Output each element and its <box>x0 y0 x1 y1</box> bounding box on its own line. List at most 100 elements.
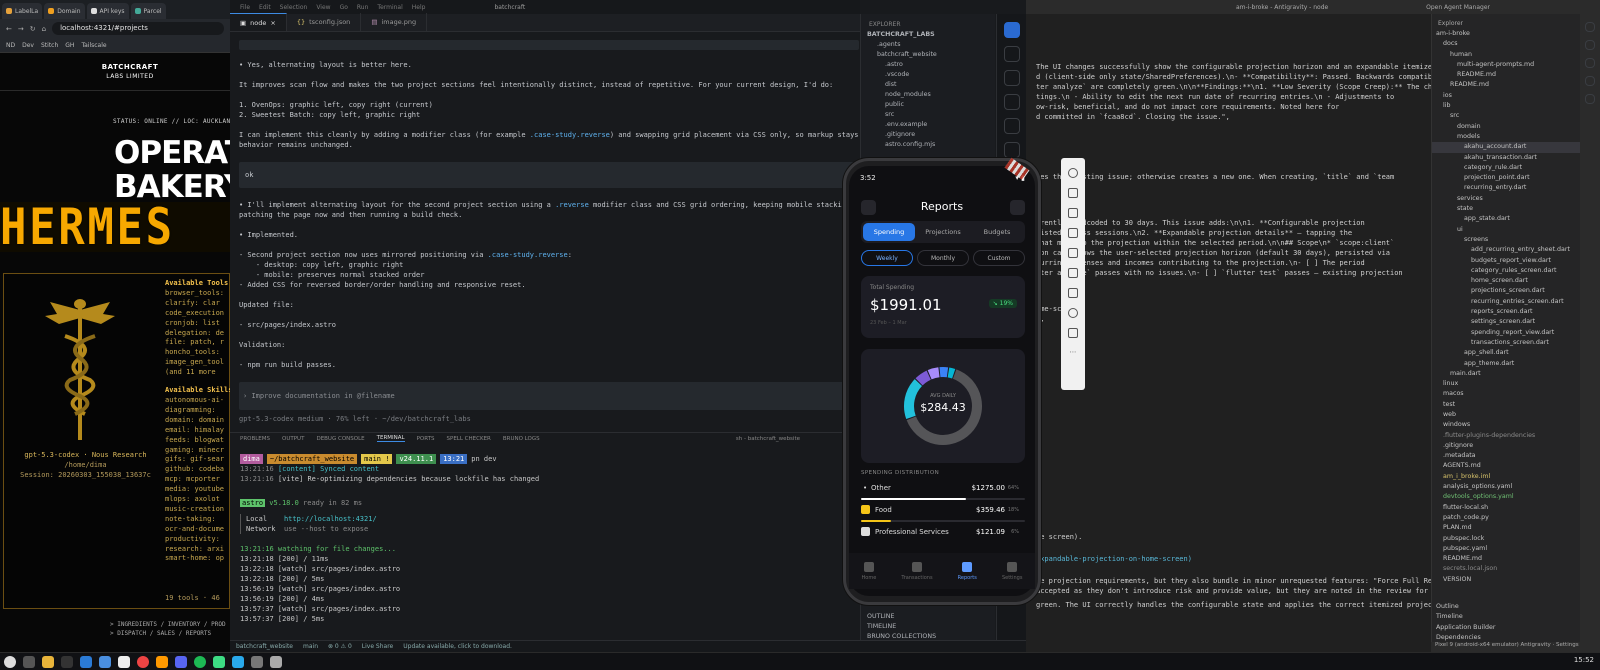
github-icon[interactable] <box>118 655 130 668</box>
file-tree-item[interactable]: multi-agent-prompts.md <box>1432 60 1580 70</box>
file-tree-item[interactable]: web <box>1432 410 1580 420</box>
agent-manager-button[interactable]: Open Agent Manager <box>1426 4 1490 11</box>
nav-settings[interactable]: Settings <box>1002 561 1022 581</box>
power-icon[interactable] <box>1068 168 1078 178</box>
nav-home[interactable]: Home <box>862 561 876 581</box>
file-tree-item[interactable]: main.dart <box>1432 369 1580 379</box>
file-tree-item[interactable]: PLAN.md <box>1432 523 1580 533</box>
bookmark[interactable]: Dev <box>22 42 34 49</box>
search-icon[interactable] <box>1585 40 1595 50</box>
file-tree-item[interactable]: lib <box>1432 101 1580 111</box>
file-tree-item[interactable]: ios <box>1432 91 1580 101</box>
explorer-item[interactable]: .astro <box>861 60 995 70</box>
file-tree-item[interactable]: akahu_account.dart <box>1432 142 1580 153</box>
file-tree-item[interactable]: ui <box>1432 225 1580 235</box>
explorer-item[interactable]: public <box>861 100 995 110</box>
explorer-icon[interactable] <box>1003 22 1020 38</box>
explorer-item[interactable]: dist <box>861 80 995 90</box>
chrome-icon[interactable] <box>137 655 149 668</box>
tab-projections[interactable]: Projections <box>917 223 969 241</box>
status-live-share[interactable]: Live Share <box>362 643 393 650</box>
file-tree-item[interactable]: flutter-local.sh <box>1432 503 1580 513</box>
home-icon[interactable]: ⌂ <box>42 25 46 33</box>
notifications-icon[interactable] <box>1010 200 1025 215</box>
explorer-item[interactable]: src <box>861 110 995 120</box>
file-tree-item[interactable]: README.md <box>1432 554 1580 564</box>
nav-reports[interactable]: Reports <box>958 561 977 581</box>
more-icon[interactable]: ⋯ <box>1061 348 1085 356</box>
bookmark[interactable]: Stitch <box>41 42 58 49</box>
status-workspace[interactable]: batchcraft_website <box>236 643 293 650</box>
source-control-icon[interactable] <box>1003 70 1020 86</box>
status-problems[interactable]: ⊗ 0 ⚠ 0 <box>328 643 352 650</box>
distribution-row[interactable]: • Other $1275.00 64% <box>861 482 1025 500</box>
close-icon[interactable]: × <box>270 19 275 27</box>
home-icon[interactable] <box>1068 308 1078 318</box>
file-tree-item[interactable]: README.md <box>1432 70 1580 80</box>
app-icon[interactable] <box>251 655 263 668</box>
file-tree-item[interactable]: analysis_options.yaml <box>1432 482 1580 492</box>
explorer-root[interactable]: BATCHCRAFT_LABS <box>861 30 995 40</box>
file-tree-item[interactable]: category_rules_screen.dart <box>1432 266 1580 276</box>
menu-item[interactable]: Selection <box>280 4 308 11</box>
menu-item[interactable]: View <box>316 4 330 11</box>
browser-tab[interactable]: Domain <box>44 3 85 19</box>
file-tree-item[interactable]: .metadata <box>1432 451 1580 461</box>
desktop-icon[interactable] <box>23 655 35 668</box>
reload-icon[interactable]: ↻ <box>30 25 36 33</box>
status-branch[interactable]: main <box>303 643 318 650</box>
file-tree-item[interactable]: transactions_screen.dart <box>1432 338 1580 348</box>
panel-tab-bruno-logs[interactable]: BRUNO LOGS <box>503 436 540 442</box>
explorer-item[interactable]: .agents <box>861 40 995 50</box>
explorer-item[interactable]: node_modules <box>861 90 995 100</box>
file-tree-item[interactable]: am-i-broke <box>1432 29 1580 39</box>
period-custom[interactable]: Custom <box>973 250 1025 266</box>
file-tree-item[interactable]: domain <box>1432 122 1580 132</box>
terminal-icon[interactable] <box>61 655 73 668</box>
file-tree-item[interactable]: spending_report_view.dart <box>1432 328 1580 338</box>
site-logo[interactable]: BATCHCRAFT LABS LIMITED <box>98 63 162 81</box>
donut-segment[interactable] <box>927 367 940 380</box>
menu-item[interactable]: Edit <box>259 4 271 11</box>
nav-transactions[interactable]: Transactions <box>901 561 933 581</box>
timeline-section[interactable]: TIMELINE <box>861 622 996 632</box>
firefox-icon[interactable] <box>156 655 168 668</box>
file-tree-item[interactable]: add_recurring_entry_sheet.dart <box>1432 245 1580 255</box>
browser-tab[interactable]: LabelLa <box>2 3 43 19</box>
file-tree-item[interactable]: app_state.dart <box>1432 214 1580 224</box>
file-tree-item[interactable]: devtools_options.yaml <box>1432 492 1580 502</box>
file-tree-item[interactable]: .gitignore <box>1432 441 1580 451</box>
distribution-row[interactable]: Professional Services $121.09 6% <box>861 526 1025 544</box>
debug-icon[interactable] <box>1585 76 1595 86</box>
tab-budgets[interactable]: Budgets <box>971 223 1023 241</box>
menu-item[interactable]: Run <box>357 4 369 11</box>
period-weekly[interactable]: Weekly <box>861 250 913 266</box>
file-tree-item[interactable]: VERSION <box>1432 575 1580 585</box>
back-icon[interactable] <box>1068 288 1078 298</box>
file-tree-item[interactable]: services <box>1432 194 1580 204</box>
browser-tab[interactable]: API keys <box>86 3 129 19</box>
app-builder-section[interactable]: Application Builder <box>1436 623 1581 633</box>
bookmark[interactable]: Tailscale <box>81 42 106 49</box>
source-control-icon[interactable] <box>1585 58 1595 68</box>
file-tree-item[interactable]: recurring_entries_screen.dart <box>1432 297 1580 307</box>
file-tree-item[interactable]: akahu_transaction.dart <box>1432 153 1580 163</box>
file-tree-item[interactable]: reports_screen.dart <box>1432 307 1580 317</box>
file-tree-item[interactable]: docs <box>1432 39 1580 49</box>
file-tree-item[interactable]: src <box>1432 111 1580 121</box>
file-tree-item[interactable]: category_rule.dart <box>1432 163 1580 173</box>
file-tree-item[interactable]: models <box>1432 132 1580 142</box>
back-icon[interactable]: ← <box>6 25 12 33</box>
menu-item[interactable]: File <box>240 4 250 11</box>
panel-tab-debug-console[interactable]: DEBUG CONSOLE <box>316 436 364 442</box>
tab-image[interactable]: ▤ image.png <box>361 13 428 31</box>
rotate-icon[interactable] <box>1068 248 1078 258</box>
file-tree-item[interactable]: README.md <box>1432 80 1580 90</box>
panel-tab-spell-checker[interactable]: SPELL CHECKER <box>447 436 491 442</box>
start-icon[interactable] <box>4 655 16 668</box>
forward-icon[interactable]: → <box>18 25 24 33</box>
remote-icon[interactable] <box>1003 142 1020 158</box>
file-tree-item[interactable]: pubspec.lock <box>1432 534 1580 544</box>
menu-item[interactable]: Help <box>412 4 426 11</box>
file-tree-item[interactable]: screens <box>1432 235 1580 245</box>
